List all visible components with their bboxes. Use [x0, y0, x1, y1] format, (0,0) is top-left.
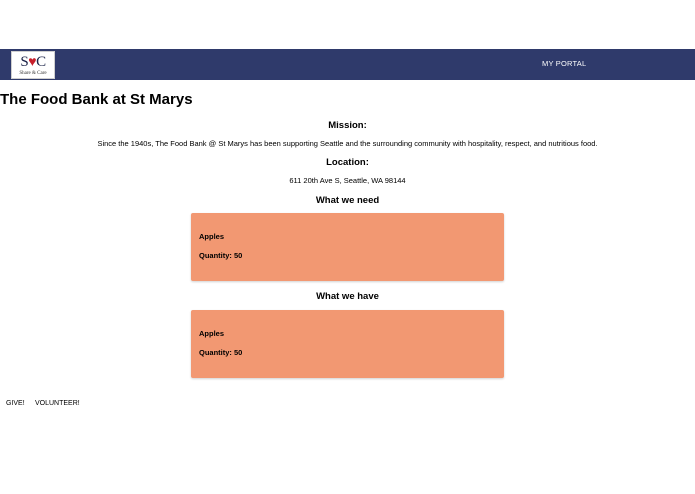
heart-icon: ♥ — [28, 55, 37, 70]
have-item-name: Apples — [199, 329, 225, 338]
logo-letter-c: C — [36, 54, 46, 70]
share-and-care-logo[interactable]: S♥C Share & Care — [11, 51, 55, 79]
my-portal-link[interactable]: MY PORTAL — [542, 59, 586, 68]
have-item-quantity: Quantity: 50 — [199, 348, 243, 357]
mission-text: Since the 1940s, The Food Bank @ St Mary… — [97, 139, 598, 148]
need-item-quantity: Quantity: 50 — [199, 251, 243, 260]
mission-heading: Mission: — [328, 120, 367, 131]
have-item-card: Apples Quantity: 50 — [191, 310, 504, 378]
what-we-have-heading: What we have — [316, 291, 379, 302]
give-link[interactable]: GIVE! — [6, 400, 25, 407]
page-title: The Food Bank at St Marys — [0, 91, 193, 108]
need-item-name: Apples — [199, 232, 225, 241]
logo-tagline: Share & Care — [19, 71, 47, 76]
need-item-card: Apples Quantity: 50 — [191, 213, 504, 281]
top-navbar: S♥C Share & Care MY PORTAL — [0, 49, 695, 80]
location-address: 611 20th Ave S, Seattle, WA 98144 — [289, 176, 406, 185]
volunteer-link[interactable]: VOLUNTEER! — [35, 400, 80, 407]
location-heading: Location: — [326, 157, 369, 168]
logo-mark: S♥C — [12, 54, 54, 71]
what-we-need-heading: What we need — [315, 195, 380, 206]
